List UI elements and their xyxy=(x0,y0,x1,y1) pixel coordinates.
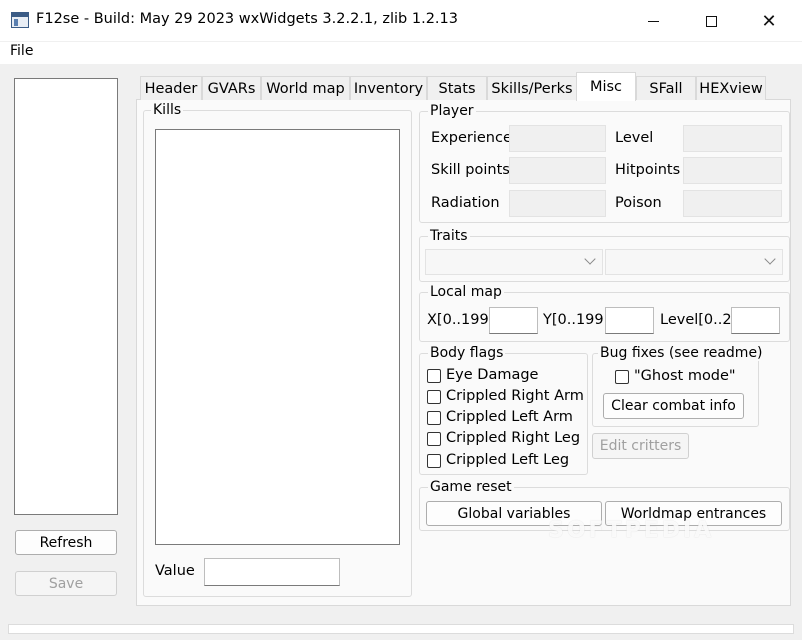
radiation-field[interactable] xyxy=(509,190,606,217)
crippled-left-leg-checkbox[interactable] xyxy=(427,454,441,468)
maximize-icon xyxy=(705,15,717,27)
crippled-right-arm-label: Crippled Right Arm xyxy=(446,388,584,404)
tab-gvars[interactable]: GVARs xyxy=(202,76,261,100)
radiation-label: Radiation xyxy=(431,195,500,211)
app-icon xyxy=(11,12,29,28)
maximize-button[interactable] xyxy=(688,0,734,42)
local-map-title: Local map xyxy=(428,284,504,300)
skill-points-label: Skill points xyxy=(431,162,510,178)
edit-critters-button: Edit critters xyxy=(592,433,689,459)
tab-misc[interactable]: Misc xyxy=(576,72,636,101)
menu-file[interactable]: File xyxy=(10,43,33,59)
value-input[interactable] xyxy=(204,558,340,586)
tab-skills-perks[interactable]: Skills/Perks xyxy=(487,76,577,100)
trait-1-select[interactable] xyxy=(425,249,603,275)
minimize-icon xyxy=(647,20,659,22)
level-range-label: Level[0..2] xyxy=(660,312,738,328)
crippled-left-leg-label: Crippled Left Leg xyxy=(446,452,570,468)
level-input[interactable] xyxy=(731,307,780,334)
ghost-mode-checkbox[interactable] xyxy=(615,370,629,384)
hitpoints-field[interactable] xyxy=(683,157,782,184)
crippled-right-leg-checkbox[interactable] xyxy=(427,432,441,446)
skill-points-field[interactable] xyxy=(509,157,606,184)
kills-list[interactable] xyxy=(155,129,400,545)
eye-damage-label: Eye Damage xyxy=(446,367,539,383)
eye-damage-checkbox[interactable] xyxy=(427,369,441,383)
save-button: Save xyxy=(15,571,117,596)
value-label: Value xyxy=(155,563,195,579)
window-title: F12se - Build: May 29 2023 wxWidgets 3.2… xyxy=(36,11,458,27)
hitpoints-label: Hitpoints xyxy=(615,162,681,178)
game-reset-title: Game reset xyxy=(428,479,514,495)
tab-world-map[interactable]: World map xyxy=(261,76,350,100)
x-label: X[0..199] xyxy=(427,312,495,328)
clear-combat-info-button[interactable]: Clear combat info xyxy=(603,393,744,419)
tab-sfall[interactable]: SFall xyxy=(636,76,696,100)
tab-inventory[interactable]: Inventory xyxy=(350,76,427,100)
chevron-down-icon xyxy=(584,253,596,265)
ghost-mode-label: "Ghost mode" xyxy=(634,368,736,384)
level-field[interactable] xyxy=(683,125,782,152)
softpedia-watermark: SOFTPEDIA xyxy=(548,518,715,543)
crippled-left-arm-checkbox[interactable] xyxy=(427,411,441,425)
close-icon: ✕ xyxy=(761,10,777,32)
trait-2-select[interactable] xyxy=(605,249,783,275)
refresh-button[interactable]: Refresh xyxy=(15,530,117,555)
y-input[interactable] xyxy=(605,307,654,334)
crippled-left-arm-label: Crippled Left Arm xyxy=(446,409,573,425)
title-bar: F12se - Build: May 29 2023 wxWidgets 3.2… xyxy=(0,0,802,42)
traits-title: Traits xyxy=(428,228,470,244)
experience-field[interactable] xyxy=(509,125,606,152)
status-bar xyxy=(8,624,794,634)
crippled-right-leg-label: Crippled Right Leg xyxy=(446,430,581,446)
y-label: Y[0..199] xyxy=(543,312,610,328)
menu-bar: File xyxy=(0,42,802,64)
tab-header[interactable]: Header xyxy=(140,76,202,100)
experience-label: Experience xyxy=(431,130,512,146)
crippled-right-arm-checkbox[interactable] xyxy=(427,390,441,404)
close-button[interactable]: ✕ xyxy=(746,0,792,42)
player-title: Player xyxy=(428,103,476,119)
poison-label: Poison xyxy=(615,195,662,211)
bug-fixes-title: Bug fixes (see readme) xyxy=(598,345,765,361)
x-input[interactable] xyxy=(489,307,538,334)
chevron-down-icon xyxy=(764,253,776,265)
minimize-button[interactable] xyxy=(630,0,676,42)
level-label: Level xyxy=(615,130,654,146)
poison-field[interactable] xyxy=(683,190,782,217)
tab-hexview[interactable]: HEXview xyxy=(696,76,766,100)
file-list[interactable] xyxy=(14,78,118,515)
tab-stats[interactable]: Stats xyxy=(427,76,487,100)
kills-title: Kills xyxy=(151,102,184,118)
body-flags-title: Body flags xyxy=(428,345,506,361)
